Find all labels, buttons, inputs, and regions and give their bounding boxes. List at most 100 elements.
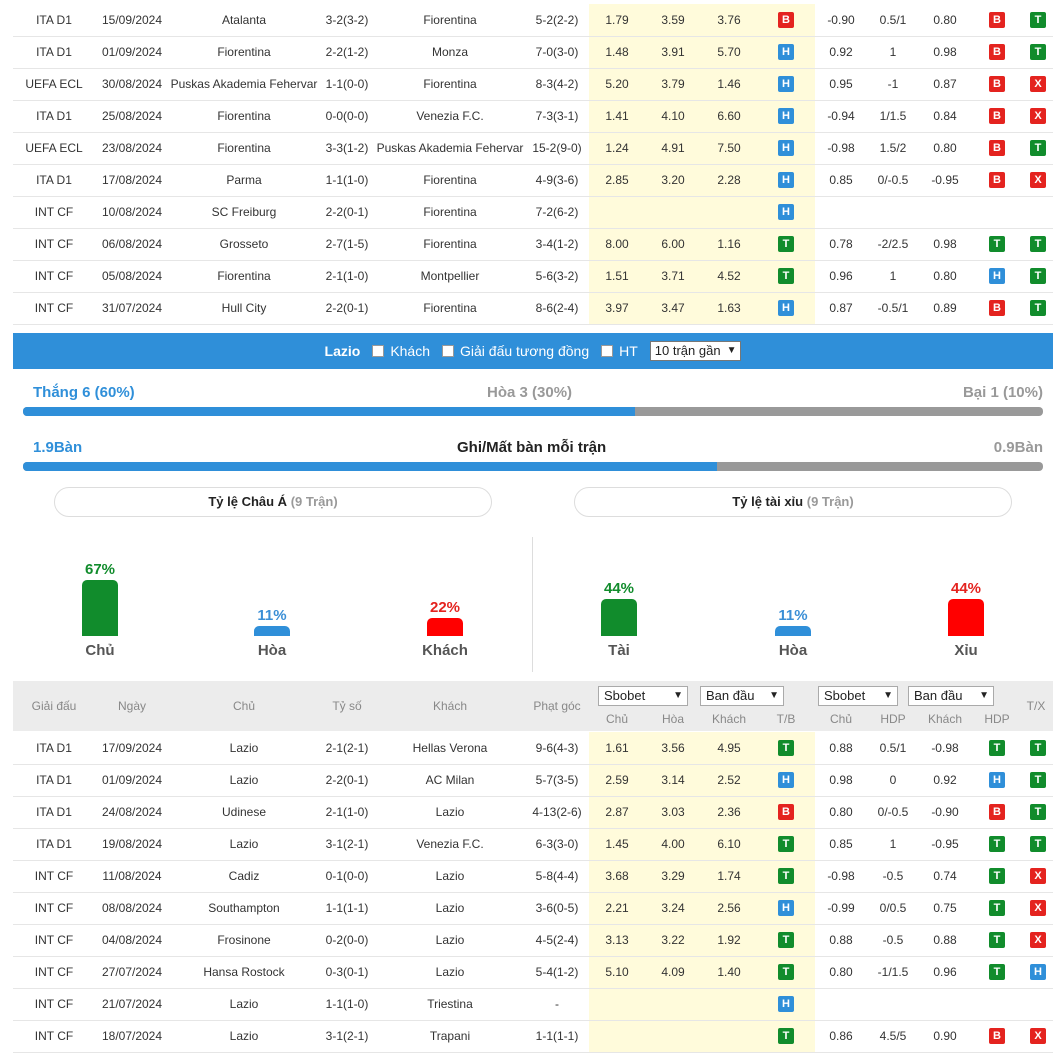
odds-home-text: 3.97 bbox=[605, 301, 629, 315]
table-row[interactable]: ITA D1 17/08/2024 Parma 1-1(1-0) Fiorentina 4… bbox=[13, 164, 1053, 197]
ht-checkbox[interactable] bbox=[601, 345, 614, 357]
recent-matches-select[interactable]: 10 trận gần ▼ bbox=[649, 341, 742, 361]
table-row[interactable]: INT CF 08/08/2024 Southampton 1-1(1-1) Lazio… bbox=[13, 892, 1053, 925]
result-badge: H bbox=[778, 300, 794, 316]
away-team-text[interactable]: Fiorentina bbox=[423, 237, 476, 251]
result-badge-cell: H bbox=[757, 764, 815, 797]
odds-draw-text: 4.91 bbox=[661, 141, 685, 155]
odds-draw-text: 3.47 bbox=[661, 301, 685, 315]
table-row[interactable]: ITA D1 24/08/2024 Udinese 2-1(1-0) Lazio 4-13… bbox=[13, 796, 1053, 829]
hdp-home-text: 0.85 bbox=[829, 837, 853, 851]
home-team-text[interactable]: Parma bbox=[226, 173, 261, 187]
table-row[interactable]: UEFA ECL 30/08/2024 Puskas Akademia Feherv… bbox=[13, 68, 1053, 101]
away-team-text[interactable]: Montpellier bbox=[421, 269, 480, 283]
bookmaker-select-hdp[interactable]: Sbobet ▼ bbox=[818, 686, 898, 706]
home-team-text[interactable]: Fiorentina bbox=[217, 45, 270, 59]
corner-text: 5-4(1-2) bbox=[535, 965, 579, 979]
table-row[interactable]: ITA D1 15/09/2024 Atalanta 3-2(3-2) Fiorenti… bbox=[13, 4, 1053, 37]
corner-cell: 5-4(1-2) bbox=[525, 956, 589, 989]
league-text: ITA D1 bbox=[36, 12, 72, 27]
table-row[interactable]: INT CF 18/07/2024 Lazio 3-1(2-1) Trapani 1-1(… bbox=[13, 1020, 1053, 1053]
home-team-text[interactable]: Puskas Akademia Fehervar bbox=[171, 77, 318, 91]
away-team-text[interactable]: Lazio bbox=[436, 869, 465, 883]
col-odds-draw: Hòa bbox=[661, 712, 684, 726]
home-team-text[interactable]: Cadiz bbox=[229, 869, 260, 883]
table-row[interactable]: UEFA ECL 23/08/2024 Fiorentina 3-3(1-2) Pusk… bbox=[13, 132, 1053, 165]
home-team-text[interactable]: Grosseto bbox=[220, 237, 269, 251]
away-team-text[interactable]: Lazio bbox=[436, 805, 465, 819]
odds-home-cell: 5.10 bbox=[589, 956, 645, 989]
table-row[interactable]: ITA D1 25/08/2024 Fiorentina 0-0(0-0) Venezi… bbox=[13, 100, 1053, 133]
home-team-text[interactable]: Lazio bbox=[230, 837, 259, 851]
table-row[interactable]: ITA D1 19/08/2024 Lazio 3-1(2-1) Venezia F.C… bbox=[13, 828, 1053, 861]
away-team-text[interactable]: Venezia F.C. bbox=[416, 837, 483, 851]
date-text: 23/08/2024 bbox=[101, 141, 163, 155]
home-team-text[interactable]: Frosinone bbox=[217, 933, 270, 947]
odds-type-select-1x2[interactable]: Ban đầu ▼ bbox=[700, 686, 784, 706]
league-text: ITA D1 bbox=[36, 805, 72, 819]
odds-draw-cell: 3.79 bbox=[645, 68, 701, 101]
odds-home-text: 8.00 bbox=[605, 237, 629, 251]
away-team-text[interactable]: Venezia F.C. bbox=[416, 109, 483, 123]
bookmaker-select-1x2[interactable]: Sbobet ▼ bbox=[598, 686, 688, 706]
away-team-text[interactable]: Lazio bbox=[436, 933, 465, 947]
home-team-text[interactable]: Fiorentina bbox=[217, 141, 270, 155]
filter-same-league-option[interactable]: Giải đấu tương đồng bbox=[442, 343, 589, 359]
table-row[interactable]: INT CF 11/08/2024 Cadiz 0-1(0-0) Lazio 5-8(4-… bbox=[13, 860, 1053, 893]
table-row[interactable]: INT CF 04/08/2024 Frosinone 0-2(0-0) Lazio 4-… bbox=[13, 924, 1053, 957]
table-row[interactable]: ITA D1 01/09/2024 Lazio 2-2(0-1) AC Milan 5-7… bbox=[13, 764, 1053, 797]
table-row[interactable]: INT CF 05/08/2024 Fiorentina 2-1(1-0) Montpe… bbox=[13, 260, 1053, 293]
hdp-home-cell: 0.80 bbox=[815, 796, 867, 829]
away-team-text[interactable]: Trapani bbox=[430, 1029, 470, 1043]
ou-bar-column: 44% Tài bbox=[589, 580, 649, 659]
table-row[interactable]: ITA D1 01/09/2024 Fiorentina 2-2(1-2) Monza 7… bbox=[13, 36, 1053, 69]
away-team-text[interactable]: Fiorentina bbox=[423, 205, 476, 219]
away-team-text[interactable]: Hellas Verona bbox=[413, 741, 488, 755]
away-team-text[interactable]: Fiorentina bbox=[423, 77, 476, 91]
home-team-text[interactable]: Lazio bbox=[230, 773, 259, 787]
home-team-text[interactable]: Fiorentina bbox=[217, 109, 270, 123]
away-team-text[interactable]: Lazio bbox=[436, 965, 465, 979]
home-team-text[interactable]: Lazio bbox=[230, 1029, 259, 1043]
away-team-text[interactable]: Lazio bbox=[436, 901, 465, 915]
home-team-text[interactable]: Southampton bbox=[208, 901, 279, 915]
result-badge: T bbox=[989, 739, 1005, 756]
hdp-home-cell: 0.92 bbox=[815, 36, 867, 69]
away-team-text[interactable]: AC Milan bbox=[426, 773, 475, 787]
percent-bar bbox=[254, 626, 290, 636]
filter-away-option[interactable]: Khách bbox=[372, 343, 430, 359]
filter-ht-option[interactable]: HT bbox=[601, 343, 638, 359]
asian-handicap-title: Tỷ lệ Châu Á (9 Trận) bbox=[54, 487, 492, 517]
table-row[interactable]: INT CF 31/07/2024 Hull City 2-2(0-1) Fiorent… bbox=[13, 292, 1053, 325]
home-team-text[interactable]: Lazio bbox=[230, 997, 259, 1011]
home-team-text[interactable]: Atalanta bbox=[222, 13, 266, 27]
table-row[interactable]: ITA D1 17/09/2024 Lazio 2-1(2-1) Hellas Vero… bbox=[13, 732, 1053, 765]
away-team-text[interactable]: Fiorentina bbox=[423, 13, 476, 27]
home-team-text[interactable]: Hull City bbox=[222, 301, 267, 315]
home-team-cell: Cadiz bbox=[169, 860, 319, 893]
date-text: 04/08/2024 bbox=[101, 933, 163, 947]
result-badge: H bbox=[778, 772, 794, 788]
away-team-text[interactable]: Fiorentina bbox=[423, 173, 476, 187]
away-team-text[interactable]: Puskas Akademia Fehervar bbox=[377, 141, 524, 155]
home-team-text[interactable]: Hansa Rostock bbox=[203, 965, 284, 979]
away-checkbox[interactable] bbox=[372, 345, 385, 357]
home-team-text[interactable]: Lazio bbox=[230, 741, 259, 755]
home-team-text[interactable]: Fiorentina bbox=[217, 269, 270, 283]
score-cell: 3-2(3-2) bbox=[319, 4, 375, 37]
table-row[interactable]: INT CF 27/07/2024 Hansa Rostock 0-3(0-1) Laz… bbox=[13, 956, 1053, 989]
table-row[interactable]: INT CF 21/07/2024 Lazio 1-1(1-0) Triestina - H bbox=[13, 988, 1053, 1021]
table-row[interactable]: INT CF 10/08/2024 SC Freiburg 2-2(0-1) Fiore… bbox=[13, 196, 1053, 229]
away-team-text[interactable]: Triestina bbox=[427, 997, 473, 1011]
table-row[interactable]: INT CF 06/08/2024 Grosseto 2-7(1-5) Fiorenti… bbox=[13, 228, 1053, 261]
col-hdp-line: HDP bbox=[880, 712, 906, 726]
same-league-checkbox[interactable] bbox=[442, 345, 455, 357]
odds-type-select-hdp[interactable]: Ban đầu ▼ bbox=[908, 686, 994, 706]
home-team-text[interactable]: Udinese bbox=[222, 805, 266, 819]
away-team-text[interactable]: Monza bbox=[432, 45, 468, 59]
home-team-text[interactable]: SC Freiburg bbox=[212, 205, 277, 219]
hdp-home-cell: -0.98 bbox=[815, 860, 867, 893]
ht-label: HT bbox=[619, 343, 638, 359]
away-team-text[interactable]: Fiorentina bbox=[423, 301, 476, 315]
odds-draw-text: 3.29 bbox=[661, 869, 685, 883]
